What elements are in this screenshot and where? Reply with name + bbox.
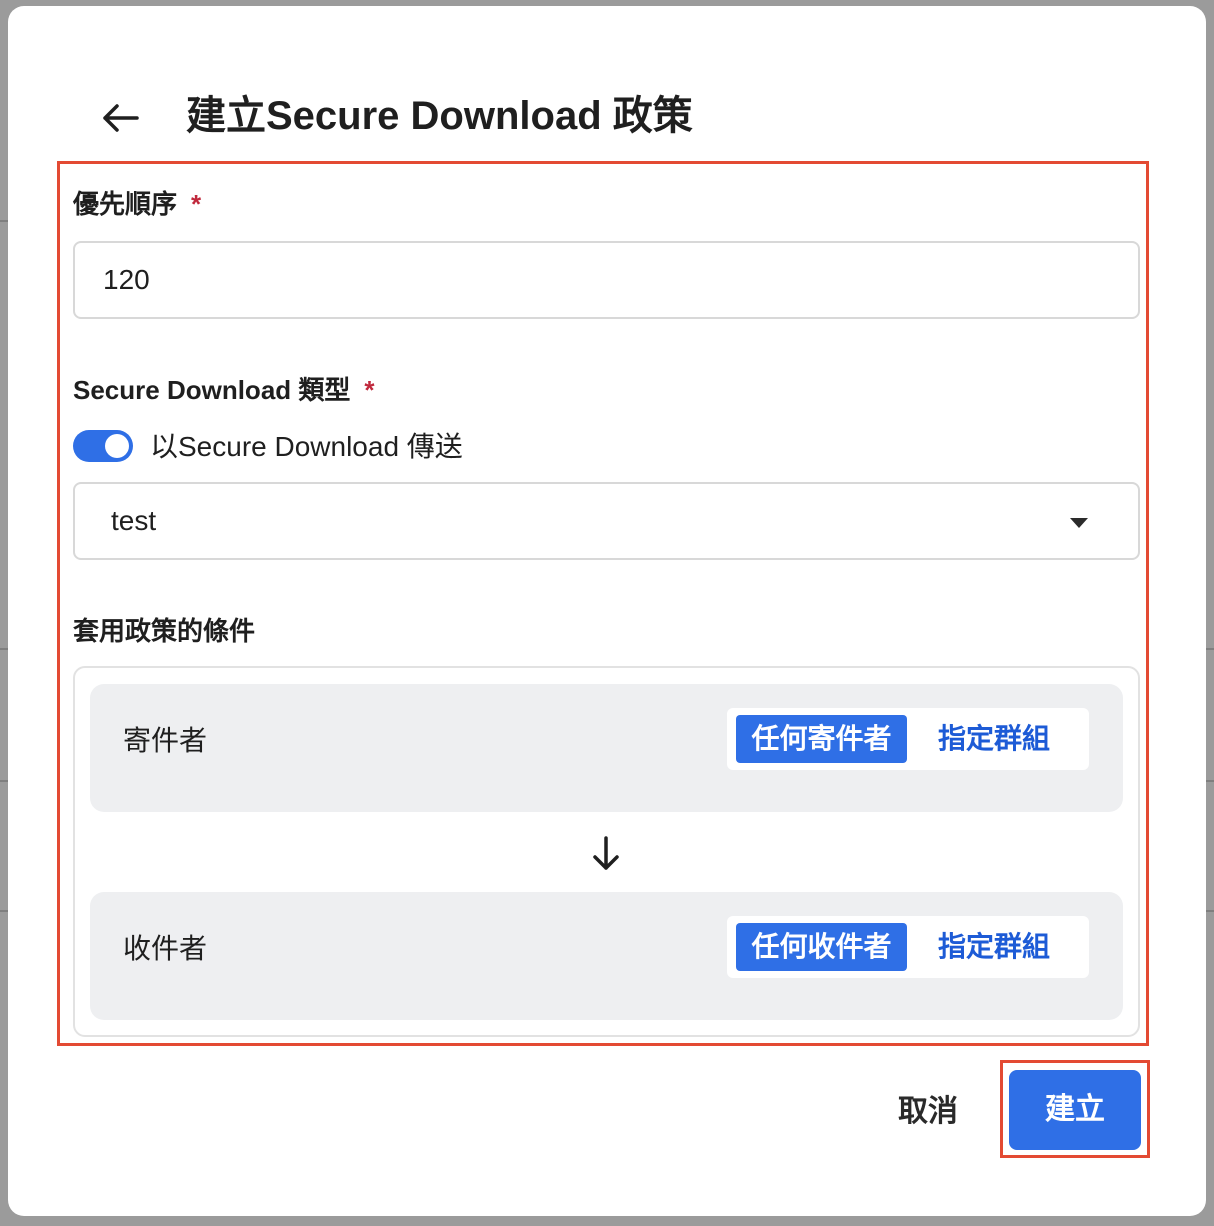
secure-download-toggle[interactable] bbox=[73, 430, 133, 462]
priority-field[interactable] bbox=[73, 241, 1140, 319]
background-divider bbox=[1206, 910, 1214, 912]
toggle-knob bbox=[105, 434, 129, 458]
recipient-condition-card: 收件者 任何收件者 指定群組 bbox=[90, 892, 1123, 1020]
sender-segmented-control: 任何寄件者 指定群組 bbox=[727, 708, 1089, 770]
secure-download-type-label: Secure Download 類型 bbox=[73, 375, 351, 405]
background-divider bbox=[0, 220, 8, 222]
any-sender-option[interactable]: 任何寄件者 bbox=[736, 715, 907, 763]
required-mark: * bbox=[364, 375, 375, 405]
caret-down-icon bbox=[1070, 518, 1088, 528]
recipient-label: 收件者 bbox=[123, 933, 208, 964]
priority-label-row: 優先順序 * bbox=[73, 187, 201, 221]
arrow-left-icon bbox=[103, 104, 139, 132]
background-divider bbox=[0, 780, 8, 782]
cancel-button[interactable]: 取消 bbox=[888, 1082, 968, 1142]
sender-specific-group-option[interactable]: 指定群組 bbox=[923, 715, 1065, 763]
recipient-segmented-control: 任何收件者 指定群組 bbox=[727, 916, 1089, 978]
sender-label: 寄件者 bbox=[123, 725, 208, 756]
background-divider bbox=[0, 910, 8, 912]
arrow-down-icon bbox=[593, 836, 619, 870]
create-policy-dialog: 建立Secure Download 政策 優先順序 * Secure Downlo… bbox=[8, 6, 1206, 1216]
sender-condition-card: 寄件者 任何寄件者 指定群組 bbox=[90, 684, 1123, 812]
background-divider bbox=[0, 648, 8, 650]
background-divider bbox=[1206, 780, 1214, 782]
recipient-specific-group-option[interactable]: 指定群組 bbox=[923, 923, 1065, 971]
secure-download-type-label-row: Secure Download 類型 * bbox=[73, 373, 375, 407]
background-divider bbox=[1206, 648, 1214, 650]
select-value: test bbox=[111, 505, 157, 536]
secure-download-type-select[interactable]: test bbox=[73, 482, 1140, 560]
priority-input[interactable] bbox=[75, 243, 1032, 317]
priority-label: 優先順序 bbox=[73, 189, 178, 219]
any-recipient-option[interactable]: 任何收件者 bbox=[736, 923, 907, 971]
dialog-title: 建立Secure Download 政策 bbox=[186, 94, 693, 138]
required-mark: * bbox=[191, 189, 202, 219]
back-button[interactable] bbox=[92, 94, 148, 142]
secure-download-toggle-label: 以Secure Download 傳送 bbox=[150, 431, 463, 462]
create-button[interactable]: 建立 bbox=[1009, 1070, 1141, 1150]
conditions-label: 套用政策的條件 bbox=[73, 616, 256, 646]
